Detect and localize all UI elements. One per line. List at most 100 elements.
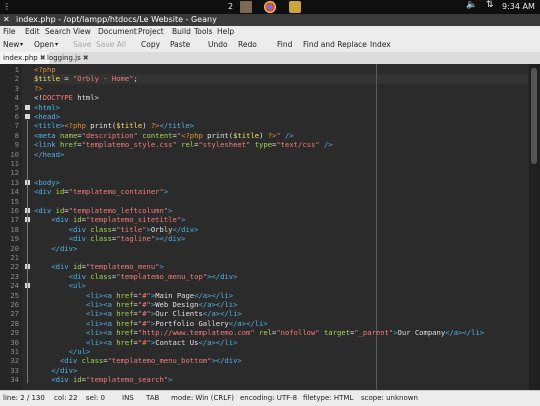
code-line[interactable]: <!DOCTYPE html> <box>34 93 99 102</box>
code-line[interactable]: <div id="templatemo_leftcolumn"> <box>34 206 172 215</box>
menu-tools[interactable]: Tools <box>194 27 212 36</box>
code-line[interactable]: <div class="templatemo_menu_bottom"></di… <box>34 356 242 365</box>
code-line[interactable]: <li><a href="#">Contact Us</a></li> <box>34 338 237 347</box>
code-token: "http://www.templatemo.com" <box>137 328 255 338</box>
code-line[interactable]: <li><a href="#">Web Design</a></li> <box>34 300 237 309</box>
code-line[interactable]: <li><a href="#">Portfolio Gallery</a></l… <box>34 319 268 328</box>
workspace-number[interactable]: 2 <box>228 2 233 11</box>
undo-button[interactable]: Undo <box>208 40 228 49</box>
volume-icon[interactable]: 🔈 <box>466 0 477 10</box>
code-token: "#" <box>137 290 151 300</box>
code-token: > <box>168 206 173 215</box>
find-replace-button[interactable]: Find and Replace <box>303 40 367 49</box>
code-token: <li><a <box>85 290 117 300</box>
paste-button[interactable]: Paste <box>170 40 190 49</box>
code-line[interactable]: <html> <box>34 103 60 112</box>
code-line[interactable]: <li><a href="#">Main Page</a></li> <box>34 291 233 300</box>
code-token: name <box>59 130 78 140</box>
code-line[interactable]: <li><a href="#">Our Clients</a></li> <box>34 309 242 318</box>
code-token: href <box>59 140 78 150</box>
code-line[interactable]: <div id="templatemo_sitetitle"> <box>34 215 185 224</box>
code-line[interactable]: <div class="title">Orbly</div> <box>34 225 199 234</box>
code-token: <div <box>51 215 73 225</box>
code-token: <li><a <box>85 337 117 347</box>
code-token: </a></li> <box>198 337 238 347</box>
code-line[interactable]: <div class="templatemo_menu_top"></div> <box>34 272 238 281</box>
app-menu-icon[interactable]: ⋮ <box>3 2 11 11</box>
code-token: "templatemo_style.css" <box>81 140 177 150</box>
code-line[interactable]: <body> <box>34 178 60 187</box>
code-line[interactable]: </div> <box>34 244 77 253</box>
menu-project[interactable]: Project <box>138 27 164 36</box>
code-line[interactable]: $title = "Orbly - Home"; <box>34 74 138 83</box>
menu-build[interactable]: Build <box>172 27 191 36</box>
code-line[interactable]: <head> <box>34 112 60 121</box>
scrollbar-thumb[interactable] <box>531 68 537 164</box>
chrome-icon[interactable] <box>264 1 276 13</box>
open-button[interactable]: Open <box>34 40 54 49</box>
code-line[interactable]: <div class="tagline"></div> <box>34 234 186 243</box>
code-token: ?> <box>150 121 160 131</box>
code-line[interactable]: <meta name="description" content="<?php … <box>34 131 294 140</box>
menu-edit[interactable]: Edit <box>25 27 40 36</box>
line-number: 30 <box>10 337 19 347</box>
menu-view[interactable]: View <box>73 27 91 36</box>
save-all-button[interactable]: Save All <box>96 40 126 49</box>
close-tab-icon[interactable]: ✖ <box>83 54 89 62</box>
status-sel: sel: 0 <box>86 394 105 402</box>
line-number: 3 <box>14 83 19 93</box>
network-icon[interactable]: ⇅ <box>486 0 494 10</box>
index-button[interactable]: Index <box>370 40 391 49</box>
close-window-icon[interactable]: ✕ <box>3 15 10 24</box>
menu-document[interactable]: Document <box>98 27 137 36</box>
fold-toggle-icon[interactable] <box>25 114 30 119</box>
menu-help[interactable]: Help <box>217 27 234 36</box>
code-line[interactable]: <ul> <box>34 281 86 290</box>
files-icon[interactable] <box>240 1 252 13</box>
code-line[interactable]: <link href="templatemo_style.css" rel="s… <box>34 140 333 149</box>
window-titlebar[interactable]: ✕ index.php - /opt/lampp/htdocs/Le Websi… <box>0 14 540 26</box>
line-number: 34 <box>10 375 19 385</box>
code-line[interactable]: </div> <box>34 366 77 375</box>
code-line[interactable]: <div id="templatemo_search"> <box>34 375 172 384</box>
code-token: /> <box>319 140 333 150</box>
line-number: 18 <box>10 224 19 234</box>
code-token: </head> <box>34 149 65 159</box>
tab-index-php[interactable]: index.php ✖ <box>0 52 49 64</box>
redo-button[interactable]: Redo <box>238 40 257 49</box>
code-line[interactable]: ?> <box>34 84 43 93</box>
line-number: 10 <box>10 149 19 159</box>
find-button[interactable]: Find <box>277 40 292 49</box>
code-line[interactable]: <title><?php print($title) ?></title> <box>34 121 194 130</box>
tab-logging-js[interactable]: logging.js ✖ <box>44 52 92 64</box>
code-token: </a></li> <box>202 309 242 319</box>
new-dropdown-icon[interactable]: ▾ <box>20 41 23 48</box>
open-dropdown-icon[interactable]: ▾ <box>55 41 58 48</box>
code-token: print( <box>85 121 117 131</box>
copy-button[interactable]: Copy <box>141 40 160 49</box>
save-button[interactable]: Save <box>73 40 91 49</box>
code-line[interactable]: <?php <box>34 65 56 74</box>
code-line[interactable]: <div id="templatemo_container"> <box>34 187 168 196</box>
new-button[interactable]: New <box>3 40 19 49</box>
code-line[interactable]: </ul> <box>34 347 91 356</box>
code-token: > <box>181 215 186 225</box>
line-number: 2 <box>14 74 19 84</box>
code-editor[interactable]: 1 2 3 4 5 6 7 8 9 10 11 12 13 14 15 16 17 18 19 20 21 22 23 24 2… <box>0 64 540 390</box>
code-token: $title <box>116 121 143 131</box>
menu-file[interactable]: File <box>3 27 16 36</box>
tab-label: index.php <box>3 54 38 62</box>
menu-search[interactable]: Search <box>45 27 71 36</box>
code-line[interactable]: </head> <box>34 150 64 159</box>
code-line[interactable]: <div id="templatemo_menu"> <box>34 262 164 271</box>
fold-toggle-icon[interactable] <box>25 104 30 110</box>
geany-icon[interactable] <box>289 1 301 13</box>
clock[interactable]: 9:34 AM <box>502 2 535 11</box>
code-line[interactable]: <li><a href="http://www.templatemo.com" … <box>34 328 484 337</box>
code-token: id <box>72 375 82 385</box>
line-number: 4 <box>14 93 19 103</box>
code-token: <div <box>34 187 56 197</box>
code-token: "text/css" <box>276 140 320 150</box>
